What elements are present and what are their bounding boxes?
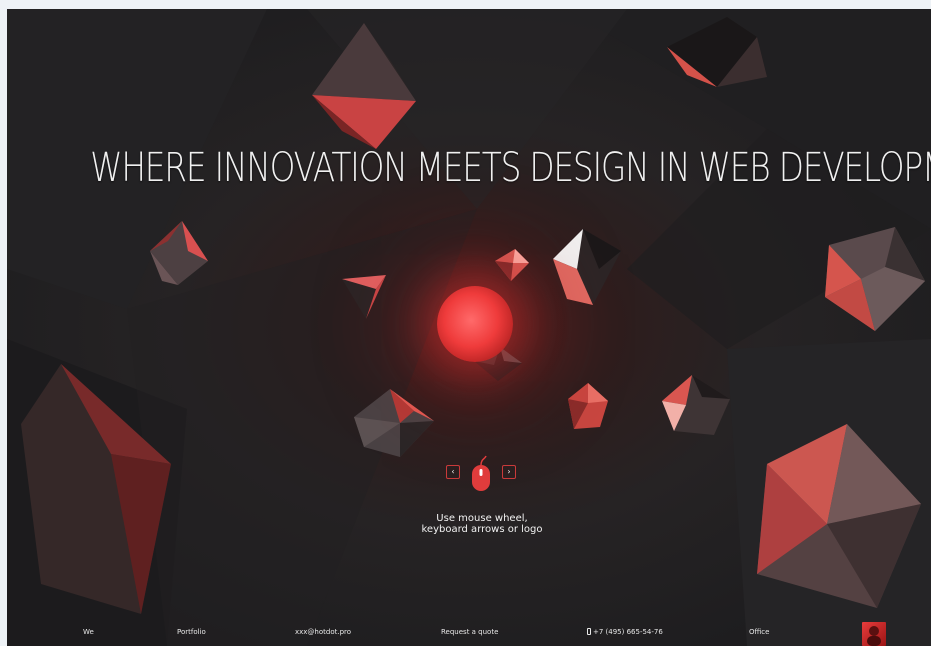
footer-nav: We Portfolio xxx@hotdot.pro Request a qu… xyxy=(7,617,931,646)
footer-phone[interactable]: +7 (495) 665-54-76 xyxy=(587,628,663,636)
gem-blur-right xyxy=(757,424,921,608)
gem-top-right xyxy=(667,17,767,87)
footer-link-office[interactable]: Office xyxy=(749,628,769,636)
gem-top-center xyxy=(312,23,416,149)
gem-blur-left xyxy=(21,364,171,614)
footer-link-portfolio[interactable]: Portfolio xyxy=(177,628,206,636)
gem-lower-center xyxy=(568,383,608,429)
navigation-hint-text: Use mouse wheel, keyboard arrows or logo xyxy=(387,513,577,535)
avatar-portrait xyxy=(867,626,881,646)
avatar[interactable] xyxy=(862,622,886,646)
gem-right-mid xyxy=(825,227,925,331)
page-title: WHERE INNOVATION MEETS DESIGN IN WEB DEV… xyxy=(90,145,931,191)
gem-lower-left xyxy=(354,389,434,457)
gem-left-small xyxy=(150,221,208,285)
hint-line-2: keyboard arrows or logo xyxy=(421,524,543,535)
gem-center-right xyxy=(553,229,621,305)
navigation-hint: ‹ › xyxy=(437,455,527,495)
chevron-left-icon[interactable]: ‹ xyxy=(446,465,460,479)
phone-icon xyxy=(587,628,591,635)
glowing-orb-logo[interactable] xyxy=(437,286,513,362)
footer-phone-label: +7 (495) 665-54-76 xyxy=(593,628,663,636)
gem-center-left xyxy=(342,275,386,319)
footer-link-email[interactable]: xxx@hotdot.pro xyxy=(295,628,351,636)
footer-link-we[interactable]: We xyxy=(83,628,94,636)
hint-line-1: Use mouse wheel, xyxy=(436,513,528,524)
hero-stage: WHERE INNOVATION MEETS DESIGN IN WEB DEV… xyxy=(7,9,931,646)
gem-lower-right xyxy=(662,375,730,435)
footer-link-request-quote[interactable]: Request a quote xyxy=(441,628,498,636)
gem-center-tiny xyxy=(495,249,529,281)
chevron-right-icon[interactable]: › xyxy=(502,465,516,479)
mouse-icon xyxy=(472,455,490,491)
